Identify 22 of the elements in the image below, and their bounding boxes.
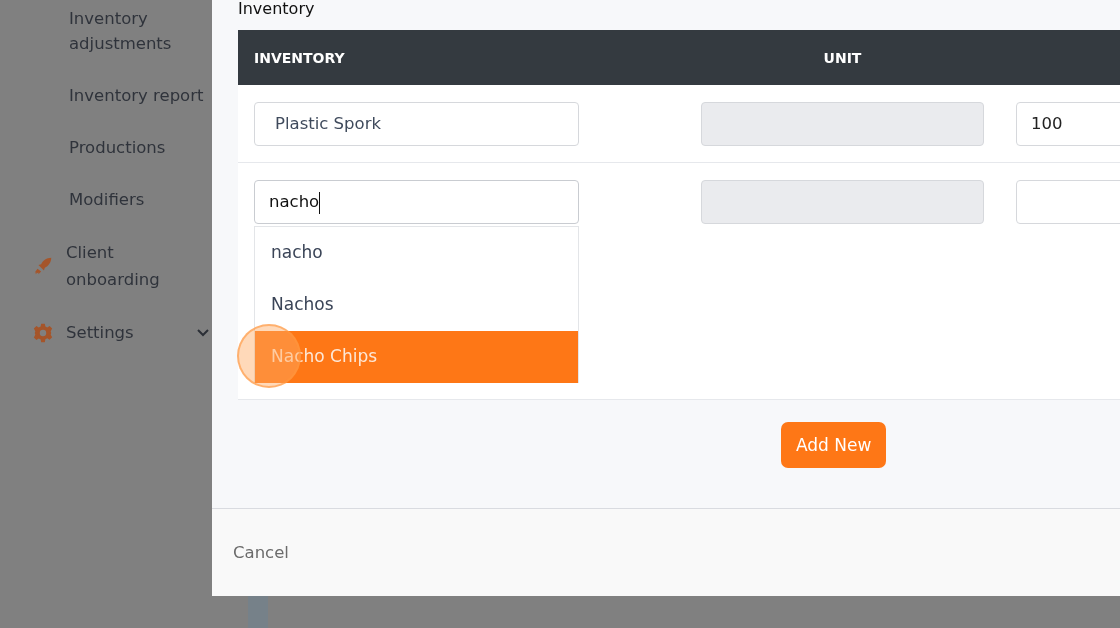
cancel-button[interactable]: Cancel (233, 543, 289, 562)
inventory-input-field[interactable]: nacho (254, 180, 579, 224)
dropdown-option[interactable]: Nachos (255, 279, 578, 331)
chevron-down-icon[interactable] (196, 327, 210, 338)
sidebar-item[interactable]: Modifiers (69, 187, 145, 212)
sidebar-item[interactable]: Settings (66, 319, 134, 346)
column-header: INVENTORY (253, 49, 345, 66)
dropdown-option[interactable]: nacho (255, 227, 578, 279)
unit-input-field[interactable] (701, 102, 984, 146)
sidebar-item[interactable]: Client onboarding (66, 239, 186, 293)
column-header: UNIT (822, 49, 863, 66)
unit-input-field[interactable] (701, 180, 984, 224)
section-title: Inventory (238, 0, 316, 18)
inventory-input-field[interactable]: Plastic Spork (254, 102, 579, 146)
settings-icon (32, 321, 54, 344)
dropdown-option[interactable]: Nacho Chips (255, 331, 578, 383)
quantity-input-field[interactable]: 100 (1016, 102, 1120, 146)
rocket-icon (32, 255, 54, 277)
add-new-button[interactable]: Add New (781, 422, 887, 468)
sidebar-item[interactable]: Productions (69, 135, 166, 160)
sidebar-item[interactable]: Inventory report (69, 83, 204, 108)
sidebar-item[interactable]: Inventory adjustments (69, 6, 172, 56)
